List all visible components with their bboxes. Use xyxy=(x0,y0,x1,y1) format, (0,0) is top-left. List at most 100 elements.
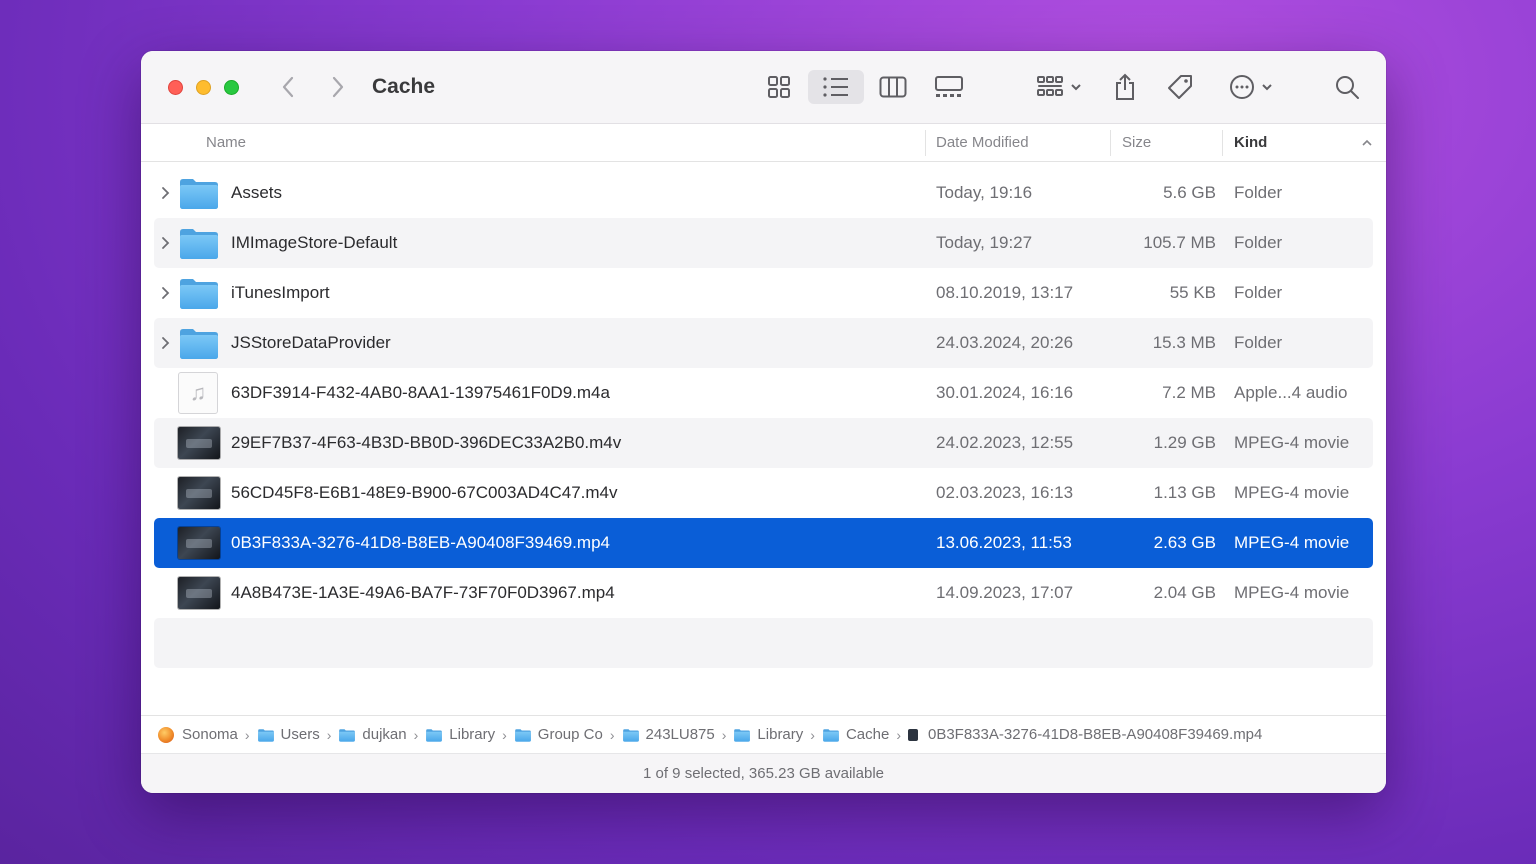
column-view-button[interactable] xyxy=(871,70,915,104)
search-icon xyxy=(1336,76,1359,99)
file-row[interactable]: 4A8B473E-1A3E-49A6-BA7F-73F70F0D3967.mp4… xyxy=(154,568,1373,618)
file-date: 14.09.2023, 17:07 xyxy=(936,583,1074,602)
file-name: 56CD45F8-E6B1-48E9-B900-67C003AD4C47.m4v xyxy=(231,483,618,502)
file-row[interactable]: 29EF7B37-4F63-4B3D-BB0D-396DEC33A2B0.m4v… xyxy=(154,418,1373,468)
path-item[interactable]: 243LU875 › xyxy=(622,726,734,743)
path-separator-icon: › xyxy=(326,726,332,743)
file-row[interactable]: 56CD45F8-E6B1-48E9-B900-67C003AD4C47.m4v… xyxy=(154,468,1373,518)
file-row[interactable]: iTunesImport 08.10.2019, 13:17 55 KB Folder xyxy=(154,268,1373,318)
share-icon xyxy=(1116,73,1134,100)
file-kind: Folder xyxy=(1234,233,1283,252)
path-separator-icon: › xyxy=(721,726,727,743)
back-button[interactable] xyxy=(274,73,302,101)
search-button[interactable] xyxy=(1329,70,1365,104)
video-thumbnail xyxy=(178,527,220,559)
file-name: 63DF3914-F432-4AB0-8AA1-13975461F0D9.m4a xyxy=(231,383,610,402)
path-item[interactable]: Cache › xyxy=(822,726,908,743)
file-size: 55 KB xyxy=(1169,283,1216,302)
path-item[interactable]: Sonoma › xyxy=(158,726,257,743)
columns-icon xyxy=(879,76,907,98)
column-divider[interactable] xyxy=(925,130,926,156)
column-header-size[interactable]: Size xyxy=(1122,124,1151,162)
path-separator-icon: › xyxy=(810,726,815,743)
video-thumbnail xyxy=(178,477,220,509)
file-name: JSStoreDataProvider xyxy=(231,333,391,352)
share-button[interactable] xyxy=(1107,70,1143,104)
path-item-label: Cache xyxy=(845,726,890,743)
column-divider[interactable] xyxy=(1110,130,1111,156)
disclosure-chevron-icon[interactable] xyxy=(160,285,172,301)
grid-icon xyxy=(768,76,790,98)
file-size: 2.04 GB xyxy=(1153,583,1216,602)
folder-icon xyxy=(178,226,220,260)
forward-button[interactable] xyxy=(324,73,352,101)
disclosure-chevron-icon[interactable] xyxy=(160,185,172,201)
group-button[interactable] xyxy=(1029,70,1089,104)
file-date: 02.03.2023, 16:13 xyxy=(936,483,1074,502)
file-date: 13.06.2023, 11:53 xyxy=(936,533,1072,552)
file-kind: Folder xyxy=(1234,333,1283,352)
more-button[interactable] xyxy=(1221,70,1281,104)
file-date: Today, 19:16 xyxy=(936,183,1033,202)
file-date: 08.10.2019, 13:17 xyxy=(936,283,1074,302)
column-header-kind[interactable]: Kind xyxy=(1234,124,1267,162)
file-row[interactable]: Assets Today, 19:16 5.6 GB Folder xyxy=(154,168,1373,218)
icon-view-button[interactable] xyxy=(758,70,800,104)
file-date: 24.02.2023, 12:55 xyxy=(936,433,1074,452)
column-header-date[interactable]: Date Modified xyxy=(936,124,1029,162)
path-item[interactable]: 0B3F833A-3276-41D8-B8EB-A90408F39469.mp4 xyxy=(907,726,1262,743)
path-separator-icon: › xyxy=(244,726,250,743)
zoom-button[interactable] xyxy=(224,80,239,95)
path-separator-icon: › xyxy=(413,726,419,743)
folder-icon xyxy=(178,276,220,310)
path-item[interactable]: Users › xyxy=(257,726,339,743)
folder-icon xyxy=(822,728,840,742)
path-separator-icon: › xyxy=(896,726,901,743)
path-item-label: 243LU875 xyxy=(645,726,715,743)
disclosure-chevron-icon[interactable] xyxy=(160,235,172,251)
file-row[interactable]: 0B3F833A-3276-41D8-B8EB-A90408F39469.mp4… xyxy=(154,518,1373,568)
chevron-down-icon xyxy=(1071,84,1081,91)
path-separator-icon: › xyxy=(609,726,615,743)
file-kind: MPEG-4 movie xyxy=(1234,533,1350,552)
chevron-right-icon xyxy=(332,76,344,98)
file-kind: Folder xyxy=(1234,183,1283,202)
gallery-view-button[interactable] xyxy=(927,70,971,104)
tag-button[interactable] xyxy=(1161,70,1199,104)
list-view-button[interactable] xyxy=(808,70,864,104)
file-date: Today, 19:27 xyxy=(936,233,1033,252)
file-name: 4A8B473E-1A3E-49A6-BA7F-73F70F0D3967.mp4 xyxy=(231,583,615,602)
file-list: Assets Today, 19:16 5.6 GB Folder IMImageSto… xyxy=(154,168,1373,668)
chevron-left-icon xyxy=(282,76,294,98)
close-button[interactable] xyxy=(168,80,183,95)
empty-row xyxy=(154,618,1373,668)
file-name: Assets xyxy=(231,183,283,202)
disclosure-chevron-icon[interactable] xyxy=(160,335,172,351)
file-name: 0B3F833A-3276-41D8-B8EB-A90408F39469.mp4 xyxy=(231,533,610,552)
file-kind: Folder xyxy=(1234,283,1283,302)
path-item[interactable]: Library › xyxy=(425,726,514,743)
column-header-name[interactable]: Name xyxy=(206,124,246,162)
ellipsis-circle-icon xyxy=(1230,75,1254,99)
folder-icon xyxy=(178,176,220,210)
column-divider[interactable] xyxy=(1222,130,1223,156)
path-item[interactable]: dujkan › xyxy=(338,726,425,743)
audio-file-icon: ♫ xyxy=(178,372,218,414)
file-name: IMImageStore-Default xyxy=(231,233,398,252)
file-row[interactable]: IMImageStore-Default Today, 19:27 105.7 MB… xyxy=(154,218,1373,268)
file-size: 2.63 GB xyxy=(1153,533,1216,552)
video-file-icon xyxy=(907,728,918,741)
minimize-button[interactable] xyxy=(196,80,211,95)
list-icon xyxy=(823,77,848,97)
path-separator-icon: › xyxy=(502,726,507,743)
file-row[interactable]: JSStoreDataProvider 24.03.2024, 20:26 15.3… xyxy=(154,318,1373,368)
folder-icon xyxy=(257,728,275,742)
file-size: 15.3 MB xyxy=(1152,333,1216,352)
file-size: 1.13 GB xyxy=(1153,483,1216,502)
path-item[interactable]: Group Co › xyxy=(514,726,622,743)
path-item[interactable]: Library › xyxy=(733,726,822,743)
folder-icon xyxy=(514,728,532,742)
folder-icon xyxy=(425,728,443,742)
file-row[interactable]: ♫ 63DF3914-F432-4AB0-8AA1-13975461F0D9.m4… xyxy=(154,368,1373,418)
video-thumbnail xyxy=(178,577,220,609)
